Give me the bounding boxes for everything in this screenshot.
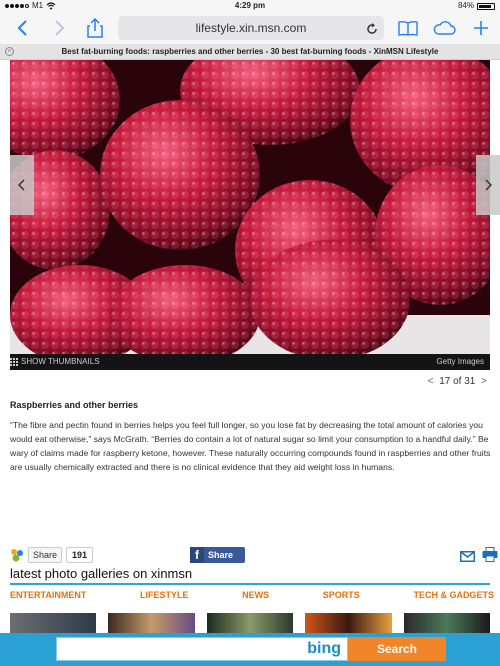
category-tech-gadgets[interactable]: TECH & GADGETS xyxy=(413,590,494,600)
show-thumbnails-label: SHOW THUMBNAILS xyxy=(21,357,100,366)
pager-next-icon[interactable]: > xyxy=(478,376,490,387)
facebook-icon: f xyxy=(190,547,204,563)
reload-icon[interactable] xyxy=(367,16,378,40)
grid-icon xyxy=(10,358,18,366)
gallery-pager: < 17 of 31 > xyxy=(425,376,490,387)
category-lifestyle[interactable]: LIFESTYLE xyxy=(140,590,189,600)
gallery-thumbnail[interactable] xyxy=(206,613,294,633)
tab-title[interactable]: Best fat-burning foods: raspberries and … xyxy=(0,44,500,60)
show-thumbnails-button[interactable]: SHOW THUMBNAILS xyxy=(10,354,100,370)
share-logo-icon xyxy=(10,548,24,562)
print-icon[interactable] xyxy=(482,547,498,567)
photo-credit: Getty Images xyxy=(436,357,484,366)
article-body: “The fibre and pectin found in berries h… xyxy=(10,420,491,472)
status-right: 84% xyxy=(458,0,495,12)
bing-logo: bing xyxy=(307,640,341,657)
share-button[interactable]: Share xyxy=(28,547,63,563)
gallery-thumbnail[interactable] xyxy=(10,613,97,633)
share-count: 191 xyxy=(66,547,94,563)
email-icon[interactable] xyxy=(460,549,475,567)
gallery-categories: ENTERTAINMENT LIFESTYLE NEWS SPORTS TECH… xyxy=(10,590,494,600)
forward-icon[interactable] xyxy=(50,16,70,40)
icloud-tabs-icon[interactable] xyxy=(430,16,458,40)
new-tab-icon[interactable] xyxy=(470,16,492,40)
article-title: Raspberries and other berries xyxy=(10,400,139,410)
galleries-heading: latest photo galleries on xinmsn xyxy=(10,566,193,581)
pager-prev-icon[interactable]: < xyxy=(425,376,437,387)
category-news[interactable]: NEWS xyxy=(242,590,269,600)
address-bar[interactable]: lifestyle.xin.msn.com xyxy=(118,16,384,40)
gallery-thumbnails xyxy=(10,613,491,633)
bing-search-bar: bing Search xyxy=(0,633,500,666)
tab-bar: × Best fat-burning foods: raspberries an… xyxy=(0,44,500,60)
gallery-thumbnail[interactable] xyxy=(403,613,491,633)
linkedin-share[interactable]: Share 191 xyxy=(10,547,94,563)
previous-photo-button[interactable] xyxy=(10,155,34,215)
bing-search-input[interactable]: bing xyxy=(56,637,348,661)
chevron-left-icon xyxy=(18,179,25,191)
battery-icon xyxy=(477,2,495,10)
raspberries-photo xyxy=(10,60,490,370)
next-photo-button[interactable] xyxy=(476,155,500,215)
category-entertainment[interactable]: ENTERTAINMENT xyxy=(10,590,86,600)
galleries-divider xyxy=(10,583,490,585)
photo-caption-bar: SHOW THUMBNAILS Getty Images xyxy=(10,354,490,370)
chevron-right-icon xyxy=(485,179,492,191)
bookmarks-icon[interactable] xyxy=(396,16,420,40)
bing-search-button[interactable]: Search xyxy=(348,637,446,661)
gallery-thumbnail[interactable] xyxy=(108,613,195,633)
url-text: lifestyle.xin.msn.com xyxy=(195,21,307,35)
browser-toolbar: lifestyle.xin.msn.com xyxy=(0,12,500,44)
pager-text: 17 of 31 xyxy=(439,376,476,387)
facebook-share-label: Share xyxy=(208,550,234,560)
gallery-thumbnail[interactable] xyxy=(305,613,392,633)
status-bar: M1 4:29 pm 84% xyxy=(0,0,500,12)
back-icon[interactable] xyxy=(12,16,32,40)
status-time: 4:29 pm xyxy=(234,1,266,10)
share-icon[interactable] xyxy=(84,16,106,40)
battery-percent: 84% xyxy=(457,1,474,10)
category-sports[interactable]: SPORTS xyxy=(323,590,360,600)
facebook-share-button[interactable]: f Share xyxy=(190,547,245,563)
